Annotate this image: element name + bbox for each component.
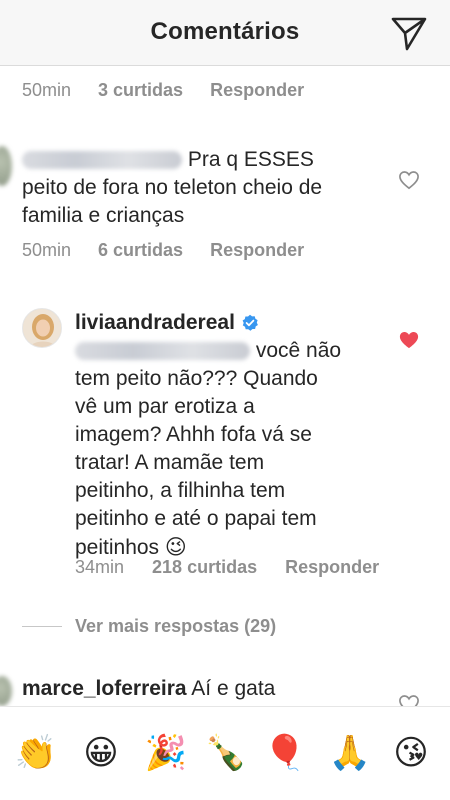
avatar[interactable] xyxy=(0,146,12,186)
party-popper-emoji[interactable]: 🎉 xyxy=(144,731,188,775)
paper-plane-icon[interactable] xyxy=(390,14,428,52)
comment-text: marce_loferreira Aí e gata xyxy=(22,677,276,700)
comment-meta-row: 50min 6 curtidas Responder xyxy=(22,240,304,261)
verified-badge-icon xyxy=(242,314,258,331)
comment-meta-row: 50min 3 curtidas Responder xyxy=(22,80,304,101)
comment-text: Pra q ESSES peito de fora no teleton che… xyxy=(22,148,323,227)
heart-filled-icon[interactable] xyxy=(398,330,420,350)
blurred-username[interactable] xyxy=(22,151,182,170)
header-bar: Comentários xyxy=(0,0,450,66)
blurred-mention[interactable] xyxy=(75,342,250,361)
folded-hands-emoji[interactable]: 🙏 xyxy=(328,731,372,775)
comment-username[interactable]: marce_loferreira xyxy=(22,677,187,700)
view-more-replies-button[interactable]: Ver mais respostas (29) xyxy=(75,616,276,637)
comment-username[interactable]: liviaandradereal xyxy=(75,309,235,337)
face-blowing-kiss-emoji[interactable]: 😘 xyxy=(389,731,433,775)
reply-button[interactable]: Responder xyxy=(210,80,304,101)
reply-button[interactable]: Responder xyxy=(210,240,304,261)
heart-outline-icon[interactable] xyxy=(398,170,420,190)
divider-line xyxy=(22,626,62,627)
comment-meta-row: 34min 218 curtidas Responder xyxy=(75,557,379,578)
comment-text: liviaandradereal você não tem peito não?… xyxy=(75,309,342,559)
clapping-hands-emoji[interactable]: 👏 xyxy=(14,731,58,775)
page-title: Comentários xyxy=(150,18,300,45)
comment-likes[interactable]: 218 curtidas xyxy=(152,557,257,578)
reply-button[interactable]: Responder xyxy=(285,557,379,578)
comment-time: 50min xyxy=(22,80,72,100)
champagne-bottle-emoji[interactable]: 🍾 xyxy=(204,731,248,775)
wink-emoji: 😉 xyxy=(164,535,187,559)
balloon-emoji[interactable]: 🎈 xyxy=(263,731,307,775)
comment-likes[interactable]: 6 curtidas xyxy=(98,240,183,261)
comment-time: 50min xyxy=(22,240,72,260)
comment-likes[interactable]: 3 curtidas xyxy=(98,80,183,101)
comment-time: 34min xyxy=(75,557,125,577)
avatar[interactable] xyxy=(22,308,62,348)
avatar[interactable] xyxy=(0,676,12,706)
emoji-quick-bar: 👏 😀 🎉 🍾 🎈 🙏 😘 xyxy=(0,706,450,800)
grinning-face-emoji[interactable]: 😀 xyxy=(79,731,123,775)
